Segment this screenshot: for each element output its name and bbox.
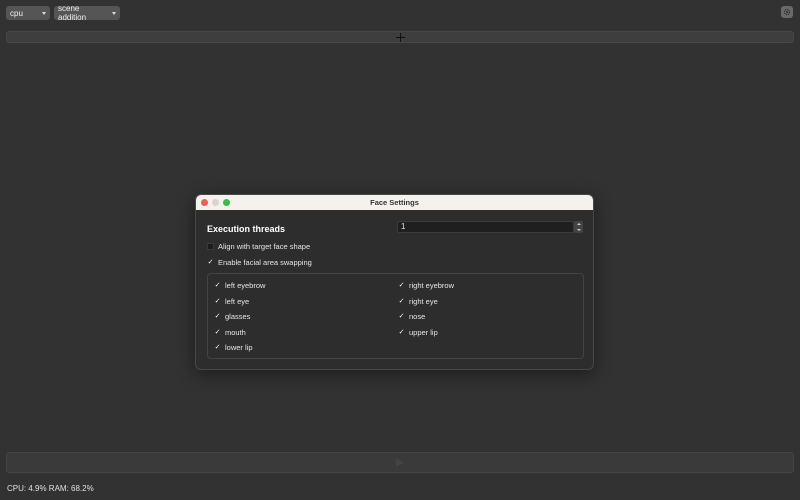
checkbox-unchecked-icon[interactable] [207, 243, 214, 250]
execution-threads-label: Execution threads [207, 224, 286, 234]
device-select-value: cpu [10, 8, 23, 18]
align-face-shape-label: Align with target face shape [218, 242, 311, 251]
settings-button[interactable] [781, 6, 793, 18]
region-label: left eyebrow [225, 281, 266, 290]
region-checkbox-mouth[interactable]: ✓ mouth [214, 328, 246, 337]
checkmark-icon[interactable]: ✓ [398, 313, 405, 320]
maximize-window-button[interactable] [223, 199, 230, 206]
mode-select-value: scene addition [58, 4, 87, 22]
chevron-down-icon [42, 11, 46, 15]
region-label: nose [409, 312, 426, 321]
region-checkbox-lower-lip[interactable]: ✓ lower lip [214, 343, 253, 352]
run-bar[interactable] [6, 452, 794, 473]
chevron-down-icon [112, 11, 116, 15]
resource-status: CPU: 4.9% RAM: 68.2% [7, 484, 94, 493]
region-checkbox-left-eye[interactable]: ✓ left eye [214, 297, 250, 306]
checkmark-icon[interactable]: ✓ [398, 298, 405, 305]
plus-icon [395, 32, 405, 42]
checkmark-icon[interactable]: ✓ [214, 298, 221, 305]
checkmark-icon[interactable]: ✓ [214, 344, 221, 351]
face-settings-window: Face Settings Execution threads 1 Align … [195, 194, 594, 370]
stepper-down-icon[interactable] [576, 229, 581, 231]
align-face-shape-checkbox[interactable]: Align with target face shape [207, 242, 310, 251]
region-checkbox-left-eyebrow[interactable]: ✓ left eyebrow [214, 281, 266, 290]
checkmark-icon[interactable]: ✓ [398, 282, 405, 289]
add-source-bar[interactable] [6, 31, 794, 43]
checkmark-icon[interactable]: ✓ [214, 313, 221, 320]
region-label: lower lip [225, 343, 253, 352]
mode-select[interactable]: scene addition [54, 4, 120, 22]
minimize-window-button[interactable] [212, 199, 219, 206]
region-checkbox-upper-lip[interactable]: ✓ upper lip [398, 328, 438, 337]
checkmark-icon[interactable]: ✓ [207, 259, 214, 266]
region-label: right eyebrow [409, 281, 455, 290]
window-title: Face Settings [370, 198, 419, 207]
facial-area-swapping-label: Enable facial area swapping [218, 258, 312, 267]
region-checkbox-right-eye[interactable]: ✓ right eye [398, 297, 438, 306]
checkmark-icon[interactable]: ✓ [214, 329, 221, 336]
region-label: left eye [225, 297, 250, 306]
execution-threads-stepper[interactable] [574, 221, 583, 233]
region-checkbox-nose[interactable]: ✓ nose [398, 312, 426, 321]
region-label: right eye [409, 297, 438, 306]
checkmark-icon[interactable]: ✓ [214, 282, 221, 289]
facial-area-swapping-checkbox[interactable]: ✓ Enable facial area swapping [207, 258, 312, 267]
device-select[interactable]: cpu [6, 6, 50, 20]
top-toolbar: cpu scene addition [6, 4, 120, 22]
window-titlebar[interactable]: Face Settings [196, 195, 593, 210]
region-checkbox-right-eyebrow[interactable]: ✓ right eyebrow [398, 281, 454, 290]
region-label: mouth [225, 328, 246, 337]
gear-icon [783, 8, 791, 16]
region-label: glasses [225, 312, 251, 321]
checkmark-icon[interactable]: ✓ [398, 329, 405, 336]
close-window-button[interactable] [201, 199, 208, 206]
execution-threads-input[interactable]: 1 [397, 221, 574, 233]
play-icon[interactable] [396, 458, 404, 467]
region-label: upper lip [409, 328, 438, 337]
stepper-up-icon[interactable] [576, 223, 581, 225]
region-checkbox-glasses[interactable]: ✓ glasses [214, 312, 251, 321]
